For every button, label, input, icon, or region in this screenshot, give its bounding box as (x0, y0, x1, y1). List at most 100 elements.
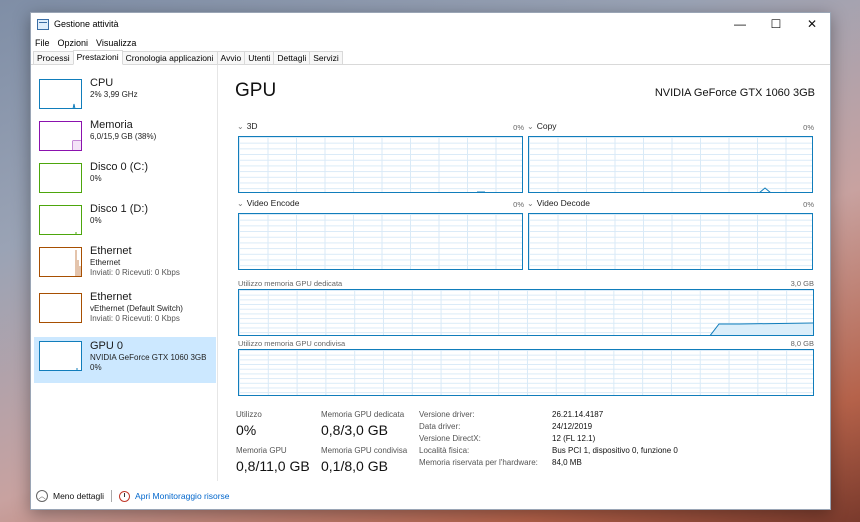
tab-app-history[interactable]: Cronologia applicazioni (121, 51, 218, 64)
less-details-link[interactable]: Meno dettagli (53, 491, 104, 501)
gpu-model-name: NVIDIA GeForce GTX 1060 3GB (654, 87, 815, 99)
footer-divider (111, 490, 113, 502)
ethernet-mini-graph (75, 250, 81, 276)
shared-memory-label: Utilizzo memoria GPU condivisa (238, 339, 346, 348)
sidebar-item-title: Disco 0 (C:) (90, 161, 149, 173)
page-title: GPU (235, 80, 277, 101)
menu-view[interactable]: Visualizza (96, 38, 136, 48)
sidebar-item-title: GPU 0 (90, 340, 124, 352)
sidebar-item-sub: Ethernet (90, 258, 121, 267)
sidebar-item-sub: 2% 3,99 GHz (90, 90, 138, 99)
tab-details[interactable]: Dettagli (273, 51, 311, 64)
tab-startup[interactable]: Avvio (216, 51, 246, 64)
graph-copy (528, 136, 813, 193)
disk-1-thumbnail (39, 205, 82, 235)
sidebar-item-gpu-0[interactable]: GPU 0 NVIDIA GeForce GTX 1060 3GB 0% (34, 337, 216, 383)
close-button[interactable]: ✕ (794, 13, 830, 35)
minimize-icon: — (734, 17, 746, 31)
driver-version-value: 26.21.14.4187 (552, 410, 604, 419)
chevron-down-icon: ⌄ (237, 199, 244, 208)
cpu-mini-graph (72, 103, 76, 108)
tab-performance[interactable]: Prestazioni (72, 50, 123, 65)
shared-memory-max: 8,0 GB (790, 339, 814, 348)
graph-video-encode-pct: 0% (513, 200, 524, 209)
disk-1-mini-graph (75, 232, 77, 234)
tab-services[interactable]: Servizi (309, 51, 343, 64)
graph-3d (238, 136, 523, 193)
chevron-down-icon: ⌄ (527, 122, 534, 131)
sidebar-item-memory[interactable]: Memoria 6,0/15,9 GB (38%) (34, 119, 216, 163)
sidebar-item-title: Disco 1 (D:) (90, 203, 149, 215)
utilization-value: 0% (236, 422, 257, 438)
sidebar-item-title: Ethernet (90, 245, 132, 257)
reserved-memory-value: 84,0 MB (552, 458, 582, 467)
gpu-0-mini-graph (76, 368, 78, 370)
physical-location-key: Località fisica: (419, 446, 470, 455)
tab-users[interactable]: Utenti (244, 51, 275, 64)
menu-bar: File Opzioni Visualizza (31, 35, 830, 50)
directx-version-value: 12 (FL 12.1) (552, 434, 596, 443)
chevron-down-icon: ⌄ (527, 199, 534, 208)
gpu-memory-value: 0,8/11,0 GB (236, 458, 310, 474)
menu-file[interactable]: File (35, 38, 50, 48)
sidebar-item-sub: 6,0/15,9 GB (38%) (90, 132, 157, 141)
gpu-0-thumbnail (39, 341, 82, 371)
footer-bar: ︿ Meno dettagli Apri Monitoraggio risors… (31, 483, 830, 509)
tab-bar: Processi Prestazioni Cronologia applicaz… (31, 50, 830, 65)
resource-monitor-icon[interactable] (119, 490, 131, 502)
sidebar-item-title: CPU (90, 77, 114, 89)
graph-3d-pct: 0% (513, 123, 524, 132)
open-resource-monitor-link[interactable]: Apri Monitoraggio risorse (135, 491, 229, 501)
dedicated-gpu-memory-label: Memoria GPU dedicata (321, 410, 405, 419)
graph-video-decode-label[interactable]: ⌄ Video Decode (527, 198, 590, 208)
memory-mini-graph (72, 140, 81, 150)
chevron-down-icon: ⌄ (237, 122, 244, 131)
sidebar-item-sub: NVIDIA GeForce GTX 1060 3GB (90, 353, 207, 362)
ethernet-thumbnail (39, 247, 82, 277)
task-manager-icon (37, 18, 49, 30)
performance-sidebar: CPU 2% 3,99 GHz Memoria 6,0/15,9 GB (38%… (31, 65, 218, 481)
sidebar-item-sub: 0% (90, 174, 102, 183)
graph-video-encode-label[interactable]: ⌄ Video Encode (237, 198, 299, 208)
minimize-button[interactable]: — (722, 13, 758, 35)
dedicated-memory-max: 3,0 GB (790, 279, 814, 288)
graph-video-encode (238, 213, 523, 270)
sidebar-item-vethernet[interactable]: Ethernet vEthernet (Default Switch) Invi… (34, 291, 216, 335)
maximize-button[interactable]: ☐ (758, 13, 794, 35)
menu-options[interactable]: Opzioni (58, 38, 89, 48)
dedicated-gpu-memory-value: 0,8/3,0 GB (321, 422, 388, 438)
utilization-label: Utilizzo (236, 410, 262, 419)
sidebar-item-cpu[interactable]: CPU 2% 3,99 GHz (34, 77, 216, 121)
directx-version-key: Versione DirectX: (419, 434, 481, 443)
gpu-memory-label: Memoria GPU (236, 446, 287, 455)
sidebar-item-disk-0[interactable]: Disco 0 (C:) 0% (34, 161, 216, 205)
driver-version-key: Versione driver: (419, 410, 475, 419)
sidebar-item-sub: vEthernet (Default Switch) (90, 304, 183, 313)
graph-copy-pct: 0% (803, 123, 814, 132)
maximize-icon: ☐ (770, 17, 782, 31)
shared-gpu-memory-value: 0,1/8,0 GB (321, 458, 388, 474)
sidebar-item-sub2: Inviati: 0 Ricevuti: 0 Kbps (90, 314, 180, 323)
chevron-up-icon[interactable]: ︿ (36, 490, 48, 502)
shared-memory-graph (238, 349, 814, 396)
sidebar-item-sub2: Inviati: 0 Ricevuti: 0 Kbps (90, 268, 180, 277)
vethernet-thumbnail (39, 293, 82, 323)
graph-3d-label[interactable]: ⌄ 3D (237, 121, 258, 131)
sidebar-item-title: Memoria (90, 119, 133, 131)
physical-location-value: Bus PCI 1, dispositivo 0, funzione 0 (552, 446, 678, 455)
driver-date-value: 24/12/2019 (552, 422, 593, 431)
cpu-thumbnail (39, 79, 82, 109)
close-icon: ✕ (806, 17, 818, 31)
title-bar: Gestione attività — ☐ ✕ (31, 13, 830, 35)
graph-copy-label[interactable]: ⌄ Copy (527, 121, 557, 131)
dedicated-memory-graph (238, 289, 814, 336)
sidebar-item-ethernet[interactable]: Ethernet Ethernet Inviati: 0 Ricevuti: 0… (34, 245, 216, 289)
sidebar-item-sub2: 0% (90, 363, 102, 372)
graph-video-decode-pct: 0% (803, 200, 814, 209)
gpu-detail-panel: GPU NVIDIA GeForce GTX 1060 3GB ⌄ 3D 0% ⌄… (219, 65, 830, 481)
shared-gpu-memory-label: Memoria GPU condivisa (321, 446, 408, 455)
sidebar-item-disk-1[interactable]: Disco 1 (D:) 0% (34, 203, 216, 247)
tab-processes[interactable]: Processi (33, 51, 74, 64)
sidebar-item-sub: 0% (90, 216, 102, 225)
window-title: Gestione attività (54, 19, 119, 29)
